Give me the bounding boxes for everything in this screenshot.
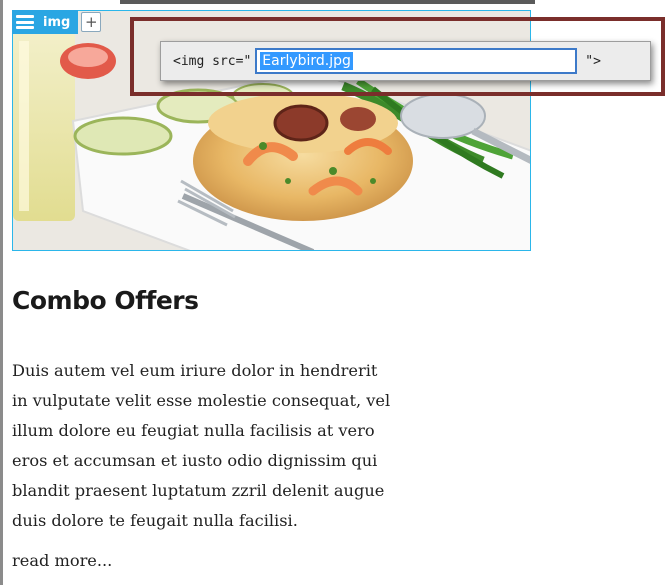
- body-paragraph: Duis autem vel eum iriure dolor in hendr…: [12, 361, 391, 530]
- frame-top-border: [120, 0, 535, 4]
- plus-icon: +: [85, 12, 98, 31]
- hamburger-menu-icon[interactable]: [16, 15, 34, 29]
- element-tag-button[interactable]: img: [12, 10, 79, 34]
- src-prefix-text: <img src=": [173, 53, 252, 69]
- section-heading: Combo Offers: [12, 286, 199, 315]
- src-input-value[interactable]: Earlybird.jpg: [260, 52, 353, 70]
- src-input-field[interactable]: Earlybird.jpg: [255, 48, 578, 74]
- read-more-link[interactable]: read more...: [12, 546, 112, 576]
- src-attribute-editor: <img src=" Earlybird.jpg ">: [160, 41, 651, 81]
- frame-left-border: [0, 0, 3, 585]
- element-tag-label: img: [43, 14, 71, 30]
- src-suffix-text: ">: [585, 53, 601, 69]
- element-toolbar: img +: [12, 10, 102, 34]
- add-element-button[interactable]: +: [81, 12, 102, 32]
